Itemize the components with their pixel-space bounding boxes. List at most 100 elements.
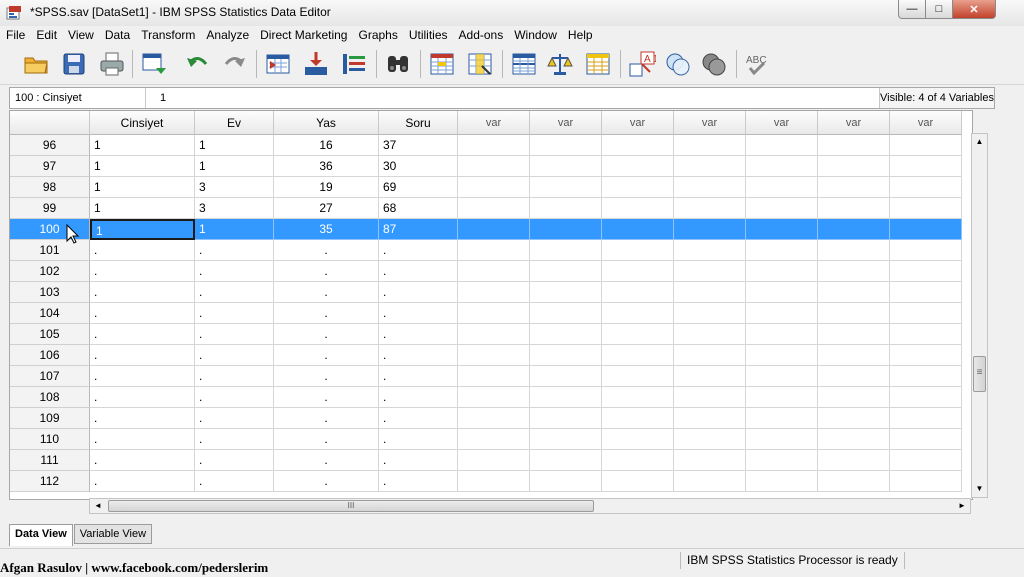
data-cell[interactable] bbox=[746, 408, 818, 429]
data-cell[interactable]: . bbox=[379, 387, 458, 408]
select-cases-icon[interactable] bbox=[584, 50, 612, 78]
data-cell[interactable]: 36 bbox=[274, 156, 379, 177]
data-cell[interactable] bbox=[458, 135, 530, 156]
data-cell[interactable] bbox=[674, 240, 746, 261]
data-cell[interactable] bbox=[602, 450, 674, 471]
data-cell[interactable]: . bbox=[195, 408, 274, 429]
insert-cases-icon[interactable] bbox=[428, 50, 456, 78]
vertical-scroll-thumb[interactable]: ≡ bbox=[973, 356, 986, 392]
data-cell[interactable] bbox=[458, 282, 530, 303]
data-cell[interactable] bbox=[530, 324, 602, 345]
menu-analyze[interactable]: Analyze bbox=[200, 26, 254, 44]
data-cell[interactable] bbox=[818, 240, 890, 261]
data-cell[interactable]: . bbox=[90, 471, 195, 492]
data-cell[interactable] bbox=[890, 471, 962, 492]
menu-graphs[interactable]: Graphs bbox=[352, 26, 402, 44]
data-cell[interactable] bbox=[818, 408, 890, 429]
data-cell[interactable]: 1 bbox=[90, 135, 195, 156]
open-folder-icon[interactable] bbox=[22, 50, 50, 78]
undo-icon[interactable] bbox=[184, 50, 212, 78]
redo-icon[interactable] bbox=[220, 50, 248, 78]
data-cell[interactable] bbox=[818, 261, 890, 282]
data-cell[interactable]: . bbox=[274, 408, 379, 429]
data-cell[interactable] bbox=[602, 135, 674, 156]
data-cell[interactable] bbox=[746, 135, 818, 156]
data-cell[interactable] bbox=[746, 303, 818, 324]
data-cell[interactable] bbox=[602, 366, 674, 387]
data-cell[interactable] bbox=[530, 345, 602, 366]
data-cell[interactable]: 1 bbox=[90, 198, 195, 219]
data-cell[interactable] bbox=[674, 429, 746, 450]
data-cell[interactable] bbox=[458, 219, 530, 240]
data-cell[interactable] bbox=[746, 345, 818, 366]
data-cell[interactable] bbox=[458, 450, 530, 471]
row-number[interactable]: 98 bbox=[10, 177, 90, 198]
data-cell[interactable] bbox=[818, 345, 890, 366]
data-cell[interactable]: . bbox=[274, 387, 379, 408]
data-cell[interactable] bbox=[602, 387, 674, 408]
spell-check-icon[interactable]: ABC bbox=[744, 50, 772, 78]
data-cell[interactable]: . bbox=[274, 240, 379, 261]
data-cell[interactable] bbox=[890, 135, 962, 156]
data-cell[interactable] bbox=[746, 429, 818, 450]
data-cell[interactable]: . bbox=[274, 366, 379, 387]
data-cell[interactable] bbox=[890, 303, 962, 324]
data-cell[interactable] bbox=[746, 324, 818, 345]
menu-direct-marketing[interactable]: Direct Marketing bbox=[254, 26, 352, 44]
data-cell[interactable] bbox=[458, 345, 530, 366]
row-number[interactable]: 112 bbox=[10, 471, 90, 492]
data-cell[interactable] bbox=[458, 240, 530, 261]
data-cell[interactable]: . bbox=[195, 261, 274, 282]
row-number[interactable]: 99 bbox=[10, 198, 90, 219]
data-cell[interactable]: . bbox=[195, 366, 274, 387]
data-cell[interactable] bbox=[890, 324, 962, 345]
data-cell[interactable] bbox=[530, 387, 602, 408]
row-number[interactable]: 97 bbox=[10, 156, 90, 177]
insert-variable-icon[interactable] bbox=[466, 50, 494, 78]
data-cell[interactable] bbox=[890, 429, 962, 450]
data-cell[interactable]: . bbox=[274, 324, 379, 345]
data-cell[interactable] bbox=[674, 387, 746, 408]
data-cell[interactable]: . bbox=[90, 282, 195, 303]
menu-window[interactable]: Window bbox=[508, 26, 562, 44]
data-cell[interactable]: 3 bbox=[195, 177, 274, 198]
value-labels-icon[interactable]: A 1 bbox=[628, 50, 656, 78]
data-cell[interactable] bbox=[746, 156, 818, 177]
menu-transform[interactable]: Transform bbox=[135, 26, 200, 44]
save-icon[interactable] bbox=[60, 50, 88, 78]
row-number[interactable]: 107 bbox=[10, 366, 90, 387]
horizontal-scroll-thumb[interactable]: III bbox=[108, 500, 594, 512]
row-number[interactable]: 103 bbox=[10, 282, 90, 303]
column-header-soru[interactable]: Soru bbox=[379, 111, 458, 135]
data-cell[interactable] bbox=[746, 471, 818, 492]
data-cell[interactable]: 37 bbox=[379, 135, 458, 156]
data-cell[interactable] bbox=[458, 324, 530, 345]
row-number[interactable]: 106 bbox=[10, 345, 90, 366]
weight-cases-icon[interactable] bbox=[546, 50, 574, 78]
data-cell[interactable]: . bbox=[379, 303, 458, 324]
data-cell[interactable] bbox=[602, 282, 674, 303]
data-cell[interactable] bbox=[818, 219, 890, 240]
row-number[interactable]: 109 bbox=[10, 408, 90, 429]
variables-icon[interactable] bbox=[340, 50, 368, 78]
data-cell[interactable]: . bbox=[274, 303, 379, 324]
data-cell[interactable] bbox=[674, 408, 746, 429]
data-cell[interactable]: . bbox=[195, 324, 274, 345]
data-cell[interactable] bbox=[818, 177, 890, 198]
data-cell[interactable] bbox=[602, 219, 674, 240]
print-icon[interactable] bbox=[98, 50, 126, 78]
data-cell[interactable] bbox=[818, 387, 890, 408]
data-cell[interactable] bbox=[746, 387, 818, 408]
go-to-case-icon[interactable] bbox=[264, 50, 292, 78]
data-cell[interactable] bbox=[890, 450, 962, 471]
data-cell[interactable] bbox=[602, 177, 674, 198]
data-cell[interactable]: 1 bbox=[90, 219, 195, 240]
data-cell[interactable] bbox=[674, 282, 746, 303]
row-number[interactable]: 104 bbox=[10, 303, 90, 324]
data-cell[interactable] bbox=[890, 156, 962, 177]
data-cell[interactable]: . bbox=[90, 387, 195, 408]
scroll-right-arrow-icon[interactable]: ► bbox=[954, 499, 970, 513]
data-cell[interactable]: 68 bbox=[379, 198, 458, 219]
data-cell[interactable] bbox=[530, 366, 602, 387]
data-cell[interactable]: . bbox=[379, 450, 458, 471]
